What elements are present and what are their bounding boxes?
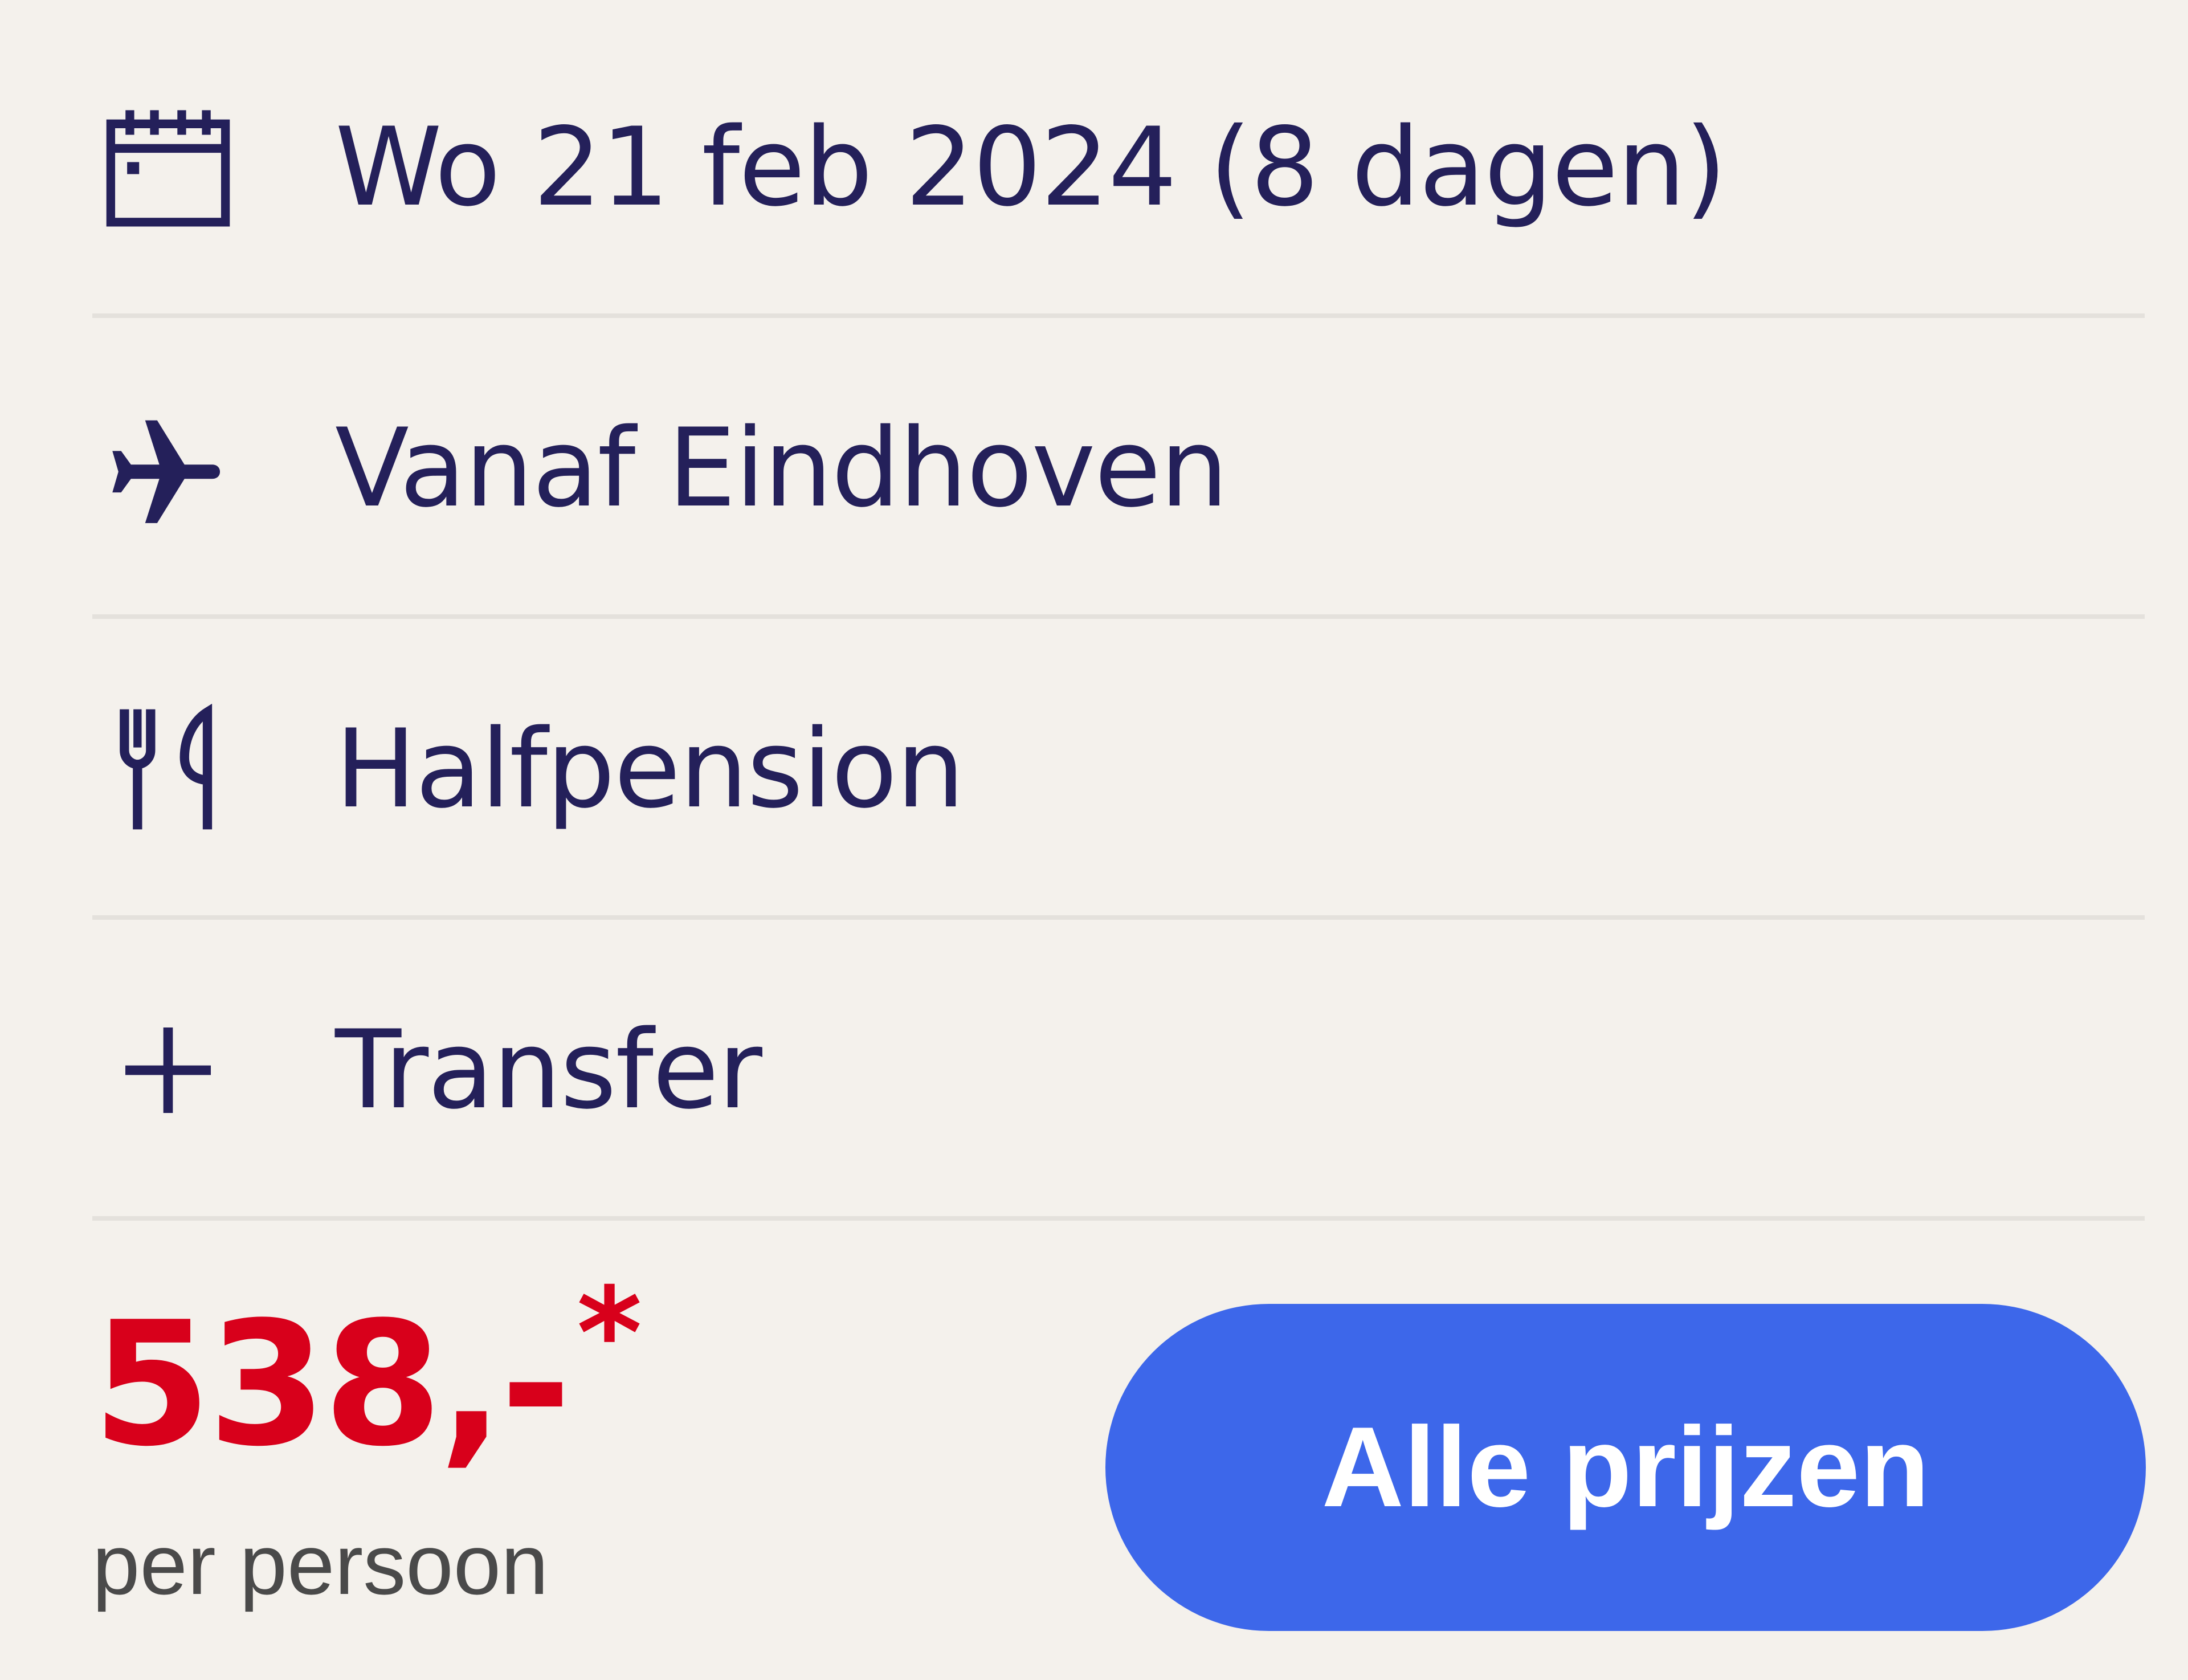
price-unit: per persoon	[92, 1516, 549, 1612]
detail-row-date: Wo 21 feb 2024 (8 dagen)	[92, 17, 2145, 318]
price-amount: 538,-	[92, 1285, 572, 1484]
trip-summary-card: Wo 21 feb 2024 (8 dagen) Vanaf Eindhoven…	[0, 0, 2188, 1680]
detail-label-departure: Vanaf Eindhoven	[335, 405, 1228, 531]
detail-label-date: Wo 21 feb 2024 (8 dagen)	[335, 104, 1727, 230]
price-footnote-mark: *	[577, 1261, 643, 1406]
detail-row-departure: Vanaf Eindhoven	[92, 318, 2145, 619]
detail-row-board: Halfpension	[92, 619, 2145, 920]
calendar-icon	[103, 17, 234, 318]
fork-knife-icon	[103, 619, 234, 920]
plus-icon	[103, 920, 234, 1221]
all-prices-button[interactable]: Alle prijzen	[1105, 1304, 2146, 1631]
detail-row-transfer: Transfer	[92, 920, 2145, 1221]
detail-label-transfer: Transfer	[335, 1007, 762, 1133]
detail-label-board: Halfpension	[335, 706, 965, 832]
price-block: 538,- * per persoon	[92, 1265, 890, 1630]
plane-icon	[103, 318, 234, 619]
